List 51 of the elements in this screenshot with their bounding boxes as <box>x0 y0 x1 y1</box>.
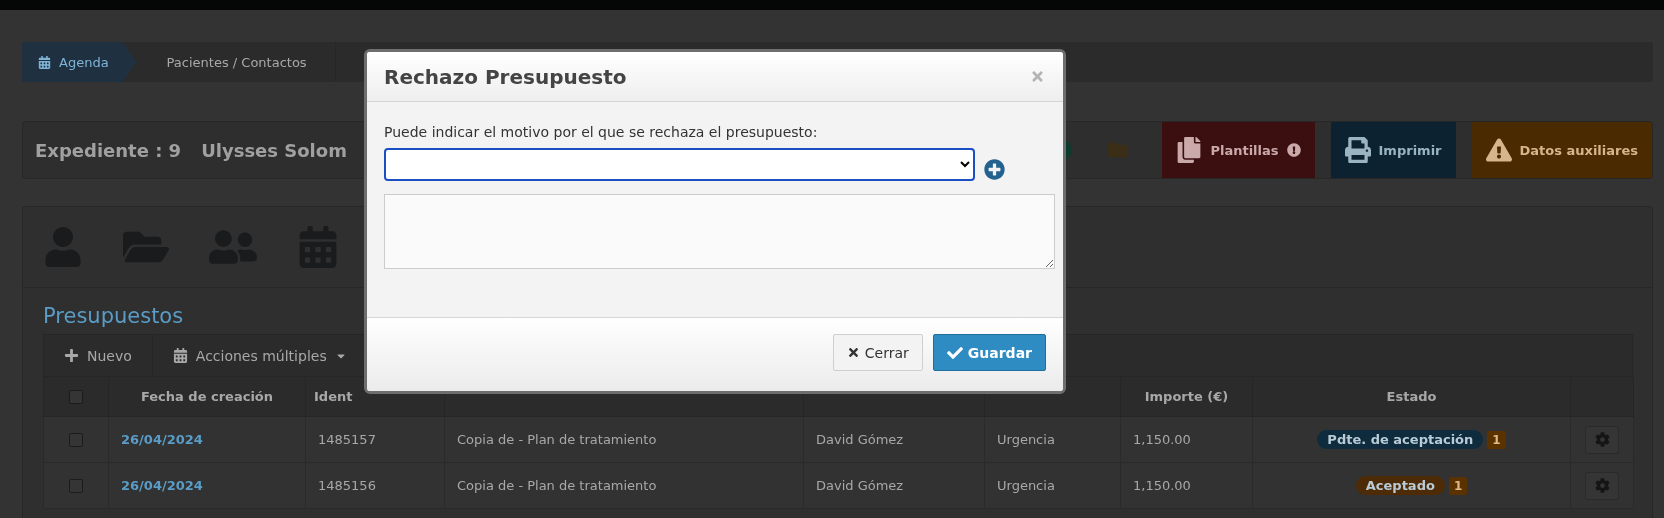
action-button[interactable]: Plantillas <box>1162 122 1315 178</box>
status-badge: Aceptado <box>1355 476 1445 495</box>
breadcrumb-item[interactable]: Agenda <box>22 42 137 82</box>
reason-select[interactable] <box>384 148 975 181</box>
table-cell: Urgencia <box>997 432 1055 447</box>
checkbox[interactable] <box>69 390 83 405</box>
column-header: Fecha de creación <box>108 376 306 417</box>
action-button[interactable]: Datos auxiliares <box>1471 122 1652 178</box>
folder-icon[interactable] <box>1108 140 1129 160</box>
count-badge: 1 <box>1487 431 1506 449</box>
dialog-prompt: Puede indicar el motivo por el que se rechaza el presupuesto: <box>384 124 819 140</box>
table-cell: Urgencia <box>997 478 1055 493</box>
column-header: Estado <box>1252 376 1571 417</box>
table-cell: 1,150.00 <box>1133 432 1191 447</box>
table-cell: Copia de - Plan de tratamiento <box>457 478 657 493</box>
warning-icon <box>1485 137 1512 163</box>
settings-icon <box>1594 432 1610 447</box>
settings-icon <box>1594 478 1610 493</box>
dialog-title: Rechazo Presupuesto <box>384 64 627 89</box>
add-button[interactable] <box>984 159 1005 180</box>
printer-icon <box>1344 137 1371 163</box>
table-cell: 1,150.00 <box>1133 478 1191 493</box>
action-button[interactable]: Imprimir <box>1330 122 1456 178</box>
table-cell: Copia de - Plan de tratamiento <box>457 432 657 447</box>
close-button[interactable] <box>1030 69 1045 84</box>
copy-icon <box>1176 137 1203 163</box>
table-cell: 1485156 <box>318 478 376 493</box>
column-header: Importe (€) <box>1120 376 1253 417</box>
table-cell: David Gómez <box>816 432 904 447</box>
checkbox[interactable] <box>69 479 83 494</box>
section-title: Presupuestos <box>43 304 185 328</box>
table-cell: David Gómez <box>816 478 904 493</box>
close-icon <box>846 346 860 359</box>
plus-icon <box>64 348 79 363</box>
checkbox[interactable] <box>69 433 83 448</box>
settings-button[interactable] <box>1585 425 1619 454</box>
calendar-icon <box>38 55 51 69</box>
check-icon <box>946 344 963 361</box>
close-button[interactable]: Cerrar <box>832 334 923 371</box>
settings-button[interactable] <box>1585 471 1619 500</box>
save-button[interactable]: Guardar <box>932 334 1046 371</box>
date-link[interactable]: 26/04/2024 <box>121 478 203 493</box>
count-badge: 1 <box>1448 477 1468 495</box>
record-title: Expediente : 9 <box>35 139 182 161</box>
table-cell: 1485157 <box>318 432 376 447</box>
date-link[interactable]: 26/04/2024 <box>121 432 203 447</box>
breadcrumb-item[interactable]: Pacientes / Contactos <box>136 42 336 82</box>
patient-name: Ulysses Solom <box>201 139 347 161</box>
calendar-icon <box>172 348 188 363</box>
text-area[interactable] <box>384 194 1055 269</box>
status-badge: Pdte. de aceptación <box>1317 430 1484 449</box>
